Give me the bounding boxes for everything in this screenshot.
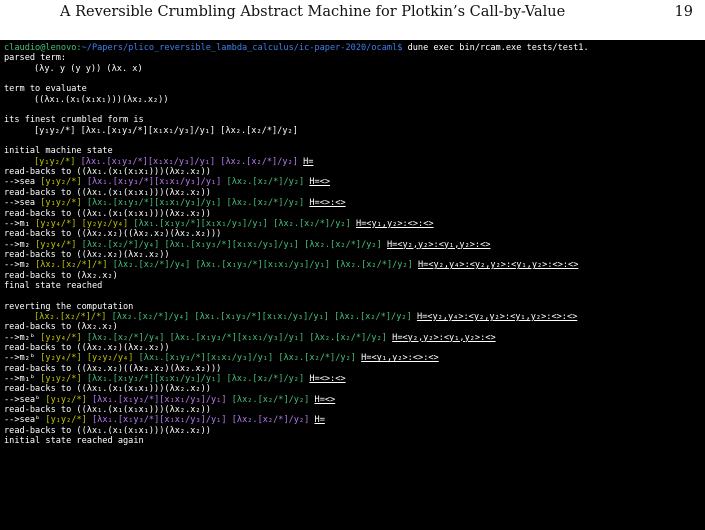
running-title: A Reversible Crumbling Abstract Machine … bbox=[60, 4, 566, 20]
readback-line: read-backs to ((λx₂.x₂)((λx₂.x₂)(λx₂.x₂)… bbox=[4, 229, 222, 240]
parsed-label: parsed term: bbox=[4, 53, 67, 64]
state-line: -->seaᵇ [y₁y₂/*] [λx₁.[x₁y₃/*][x₁x₁/y₃]/… bbox=[4, 394, 336, 405]
eval-term: ((λx₁.(x₁(x₁x₁)))(λx₂.x₂)) bbox=[34, 94, 169, 105]
readback-line: read-backs to ((λx₁.(x₁(x₁x₁)))(λx₂.x₂)) bbox=[4, 425, 211, 436]
state-line: -->m₂ [y₂y₄/*] [λx₂.[x₂/*]/y₄] [λx₁.[x₁y… bbox=[4, 239, 491, 250]
readback-line: read-backs to ((λx₁.(x₁(x₁x₁)))(λx₂.x₂)) bbox=[4, 208, 211, 219]
initial-label: initial machine state bbox=[4, 146, 113, 157]
readback-line: read-backs to ((λx₁.(x₁(x₁x₁)))(λx₂.x₂)) bbox=[4, 187, 211, 198]
readback-line: read-backs to ((λx₁.(x₁(x₁x₁)))(λx₂.x₂)) bbox=[4, 384, 211, 395]
page-number: 19 bbox=[674, 4, 693, 20]
command-line: claudio@lenovo:~/Papers/plico_reversible… bbox=[4, 43, 705, 53]
prompt-path: ~/Papers/plico_reversible_lambda_calculu… bbox=[81, 43, 403, 53]
state-line: -->m₂ᵇ [y₂y₄/*] [y₂y₂/y₄] [λx₁.[x₁y₃/*][… bbox=[4, 353, 439, 364]
command-text: dune exec bin/rcam.exe tests/test1. bbox=[402, 43, 589, 53]
page-header: A Reversible Crumbling Abstract Machine … bbox=[0, 0, 705, 40]
revert-label: reverting the computation bbox=[4, 301, 134, 312]
state-line: -->seaᵇ [y₁y₂/*] [λx₁.[x₁y₃/*][x₁x₁/y₃]/… bbox=[4, 415, 325, 426]
terminal-output: claudio@lenovo:~/Papers/plico_reversible… bbox=[0, 40, 705, 530]
readback-line: read-backs to ((λx₁.(x₁(x₁x₁)))(λx₂.x₂)) bbox=[4, 167, 211, 178]
state-line: -->m₁ᵇ [y₁y₂/*] [λx₁.[x₁y₃/*][x₁x₁/y₃]/y… bbox=[4, 374, 346, 384]
readback-line: read-backs to ((λx₂.x₂)(λx₂.x₂)) bbox=[4, 342, 170, 353]
readback-line: read-backs to (λx₂.x₂) bbox=[4, 270, 118, 281]
readback-line: read-backs to ((λx₂.x₂)((λx₂.x₂)(λx₂.x₂)… bbox=[4, 363, 222, 374]
state-line: -->sea [y₁y₂/*] [λx₁.[x₁y₃/*][x₁x₁/y₃]/y… bbox=[4, 198, 346, 209]
eval-label: term to evaluate bbox=[4, 84, 87, 95]
readback-line: read-backs to (λx₂.x₂) bbox=[4, 322, 118, 333]
crumbled-term: [y₁y₂/*] [λx₁.[x₁y₃/*][x₁x₁/y₃]/y₁] [λx₂… bbox=[34, 125, 298, 136]
state-line: -->sea [y₁y₂/*] [λx₁.[x₁y₃/*][x₁x₁/y₃]/y… bbox=[4, 177, 331, 188]
state-line: -->m₁ [y₂y₄/*] [y₂y₂/y₄] [λx₁.[x₁y₃/*][x… bbox=[4, 218, 434, 229]
final-message: final state reached bbox=[4, 280, 103, 291]
readback-line: read-backs to ((λx₁.(x₁(x₁x₁)))(λx₂.x₂)) bbox=[4, 405, 211, 416]
state-line: -->m₂ᵇ [y₂y₄/*] [λx₂.[x₂/*]/y₄] [λx₁.[x₁… bbox=[4, 332, 496, 343]
parsed-term: (λy. y (y y)) (λx. x) bbox=[34, 63, 143, 74]
prompt-user: claudio@lenovo: bbox=[4, 43, 82, 53]
state-line: [λx₂.[x₂/*]/*] [λx₂.[x₂/*]/y₄] [λx₁.[x₁y… bbox=[34, 311, 578, 322]
initial-again-message: initial state reached again bbox=[4, 436, 144, 447]
readback-line: read-backs to ((λx₂.x₂)(λx₂.x₂)) bbox=[4, 249, 170, 260]
state-line: [y₁y₂/*] [λx₁.[x₁y₃/*][x₁x₁/y₃]/y₁] [λx₂… bbox=[34, 156, 314, 167]
state-line: -->m₂ [λx₂.[x₂/*]/*] [λx₂.[x₂/*]/y₄] [λx… bbox=[4, 260, 579, 271]
crumbled-label: its finest crumbled form is bbox=[4, 115, 144, 126]
